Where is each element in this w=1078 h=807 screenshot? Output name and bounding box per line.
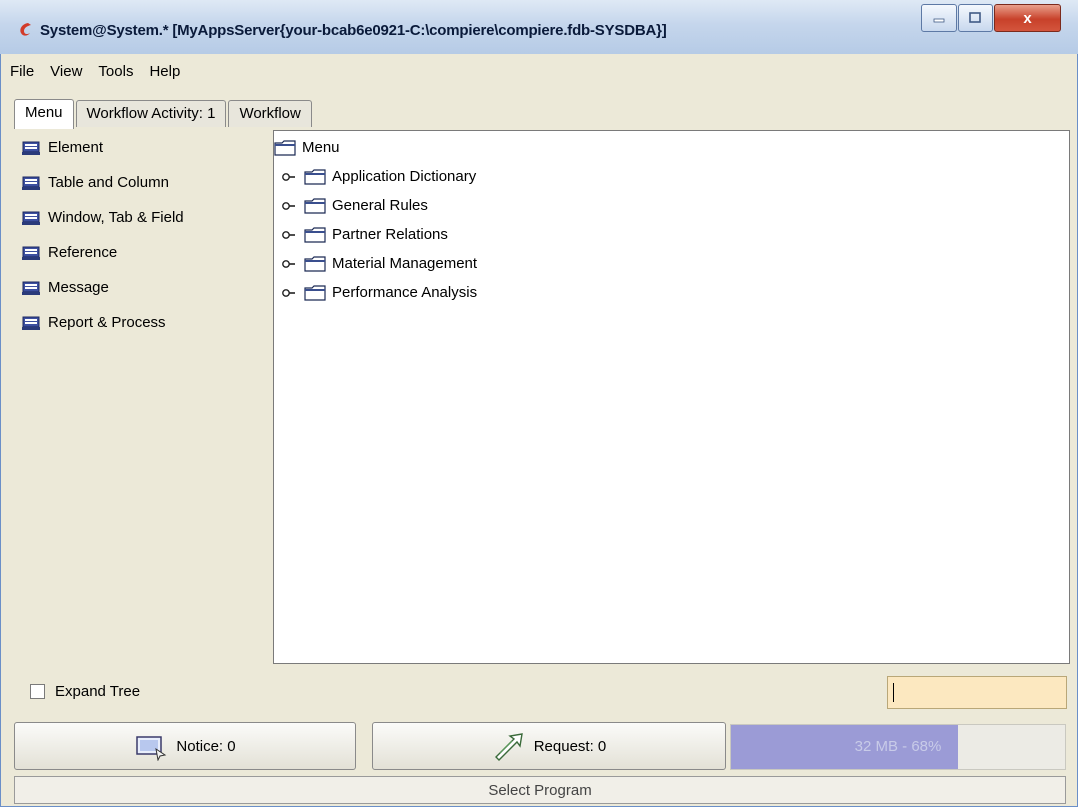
tree-root-menu[interactable]: Menu bbox=[274, 139, 340, 156]
status-message-text: Select Program bbox=[488, 781, 592, 799]
menu-tools[interactable]: Tools bbox=[98, 63, 133, 80]
menu-bar: File View Tools Help bbox=[0, 56, 1078, 86]
status-bar: Notice: 0 Request: 0 32 MB - 68% bbox=[0, 722, 1078, 772]
folder-icon bbox=[274, 139, 296, 156]
expand-tree-control[interactable]: Expand Tree bbox=[30, 683, 140, 700]
menu-tree[interactable]: Menu Application Dictionary General Rule… bbox=[273, 130, 1070, 664]
shortcut-item-message[interactable]: Message bbox=[14, 270, 272, 305]
window-form-icon bbox=[22, 246, 40, 260]
tree-node-label: Performance Analysis bbox=[332, 284, 478, 301]
folder-icon bbox=[304, 226, 326, 243]
folder-icon bbox=[304, 255, 326, 272]
menu-file[interactable]: File bbox=[10, 63, 34, 80]
expand-handle-icon[interactable] bbox=[282, 287, 296, 299]
request-label: Request: 0 bbox=[533, 737, 607, 755]
window-title: System@System.* [MyAppsServer{your-bcab6… bbox=[40, 22, 667, 39]
shortcut-item-table-and-column[interactable]: Table and Column bbox=[14, 165, 272, 200]
window-form-icon bbox=[22, 176, 40, 190]
maximize-button[interactable] bbox=[957, 4, 993, 32]
tree-node-label: General Rules bbox=[332, 197, 428, 214]
tab-menu[interactable]: Menu bbox=[14, 99, 74, 129]
expand-tree-label: Expand Tree bbox=[55, 683, 141, 700]
tab-workflow[interactable]: Workflow bbox=[228, 100, 312, 127]
tree-node-label: Application Dictionary bbox=[332, 168, 477, 185]
shortcut-label: Report & Process bbox=[48, 314, 166, 331]
folder-icon bbox=[304, 197, 326, 214]
tree-node-partner-relations[interactable]: Partner Relations bbox=[282, 226, 448, 243]
expand-handle-icon[interactable] bbox=[282, 258, 296, 270]
notice-button[interactable]: Notice: 0 bbox=[14, 722, 356, 770]
shortcut-label: Table and Column bbox=[48, 174, 169, 191]
window-form-icon bbox=[22, 211, 40, 225]
shortcut-label: Element bbox=[48, 139, 104, 156]
shortcut-label: Message bbox=[48, 279, 109, 296]
shortcut-item-report-process[interactable]: Report & Process bbox=[14, 305, 272, 340]
request-button[interactable]: Request: 0 bbox=[372, 722, 726, 770]
tree-root-label: Menu bbox=[302, 139, 340, 156]
tree-search-input[interactable] bbox=[887, 676, 1067, 709]
notice-label: Notice: 0 bbox=[176, 737, 236, 755]
tree-node-material-management[interactable]: Material Management bbox=[282, 255, 477, 272]
close-button[interactable]: x bbox=[994, 4, 1062, 32]
tree-node-application-dictionary[interactable]: Application Dictionary bbox=[282, 168, 476, 185]
application-window: System@System.* [MyAppsServer{your-bcab6… bbox=[0, 0, 1078, 807]
minimize-icon bbox=[933, 18, 945, 23]
shortcut-item-window-tab-field[interactable]: Window, Tab & Field bbox=[14, 200, 272, 235]
menu-view[interactable]: View bbox=[50, 63, 82, 80]
tab-workflow-activity[interactable]: Workflow Activity: 1 bbox=[75, 100, 227, 127]
maximize-icon bbox=[969, 12, 982, 23]
text-caret bbox=[893, 683, 894, 702]
tree-node-label: Partner Relations bbox=[332, 226, 448, 243]
expand-handle-icon[interactable] bbox=[282, 229, 296, 241]
expand-handle-icon[interactable] bbox=[282, 171, 296, 183]
folder-icon bbox=[304, 168, 326, 185]
tab-bar: Menu Workflow Activity: 1 Workflow bbox=[14, 99, 314, 129]
app-logo-icon bbox=[20, 23, 31, 36]
tree-node-performance-analysis[interactable]: Performance Analysis bbox=[282, 284, 477, 301]
status-message: Select Program bbox=[14, 776, 1066, 804]
tree-node-general-rules[interactable]: General Rules bbox=[282, 197, 428, 214]
shortcut-label: Window, Tab & Field bbox=[48, 209, 184, 226]
menu-help[interactable]: Help bbox=[149, 63, 180, 80]
tree-node-label: Material Management bbox=[332, 255, 478, 272]
memory-indicator[interactable]: 32 MB - 68% bbox=[730, 724, 1066, 770]
memory-label: 32 MB - 68% bbox=[854, 738, 942, 755]
title-bar[interactable]: System@System.* [MyAppsServer{your-bcab6… bbox=[0, 0, 1078, 54]
window-form-icon bbox=[22, 281, 40, 295]
shortcut-panel: Element Table and Column Window, Tab & F… bbox=[14, 130, 272, 662]
shortcut-label: Reference bbox=[48, 244, 118, 261]
notice-icon bbox=[136, 736, 167, 761]
expand-tree-checkbox[interactable] bbox=[30, 684, 45, 699]
window-form-icon bbox=[22, 316, 40, 330]
window-form-icon bbox=[22, 141, 40, 155]
close-icon: x bbox=[1023, 9, 1032, 27]
folder-icon bbox=[304, 284, 326, 301]
minimize-button[interactable] bbox=[921, 4, 957, 32]
shortcut-item-reference[interactable]: Reference bbox=[14, 235, 272, 270]
shortcut-item-element[interactable]: Element bbox=[14, 130, 272, 165]
window-controls: x bbox=[921, 4, 1062, 34]
request-icon bbox=[494, 733, 523, 761]
expand-handle-icon[interactable] bbox=[282, 200, 296, 212]
